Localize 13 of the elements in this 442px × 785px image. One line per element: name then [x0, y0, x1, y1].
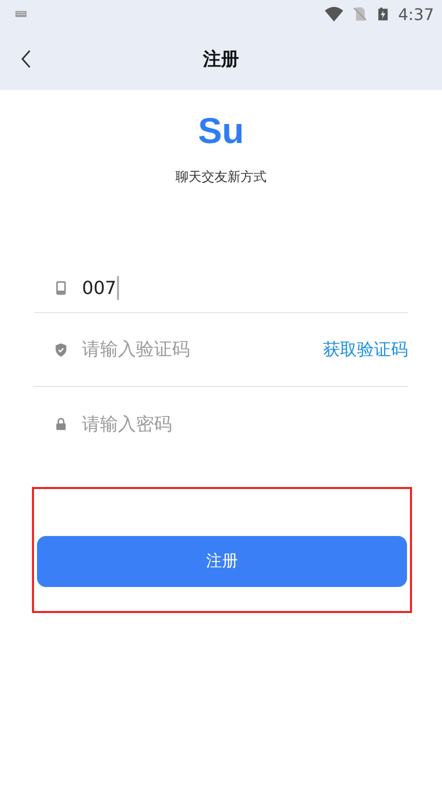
- register-button[interactable]: 注册: [37, 536, 407, 587]
- code-field[interactable]: 请输入验证码: [82, 334, 310, 364]
- phone-field[interactable]: 007: [82, 273, 408, 303]
- get-code-link[interactable]: 获取验证码: [323, 338, 408, 361]
- no-sim-icon: [352, 5, 368, 23]
- keyboard-icon: [14, 8, 28, 20]
- password-field[interactable]: 请输入密码: [82, 409, 408, 439]
- status-time: 4:37: [398, 4, 434, 24]
- tagline: 聊天交友新方式: [176, 169, 266, 186]
- app-logo: Su: [198, 110, 244, 152]
- screen-title: 注册: [202, 48, 240, 71]
- shield-check-icon: [53, 342, 69, 358]
- wifi-icon: [324, 4, 344, 24]
